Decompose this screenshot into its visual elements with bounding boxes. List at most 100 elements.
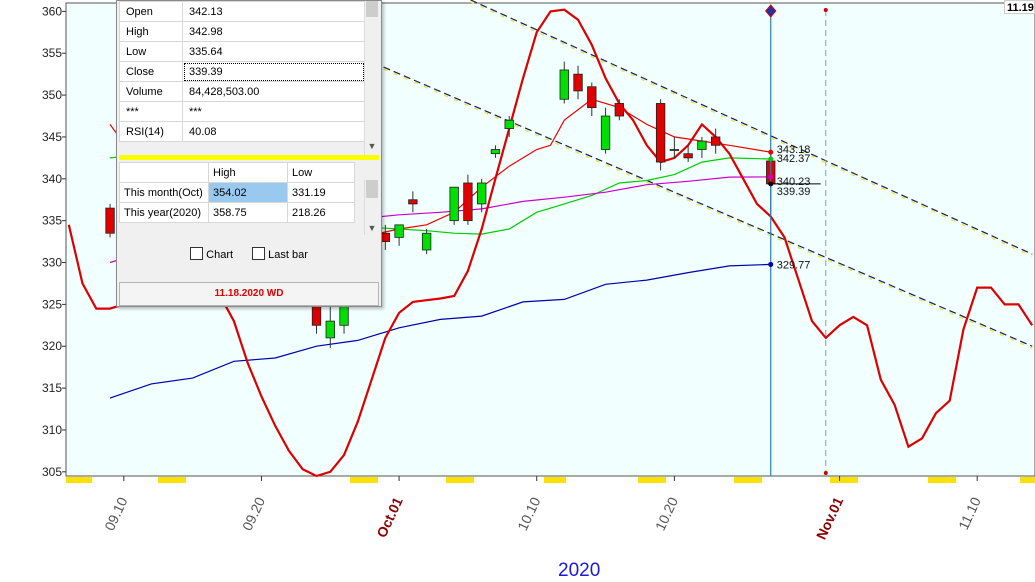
y-tick-label: 350 (42, 88, 62, 102)
chart-checkbox[interactable]: Chart (190, 247, 233, 261)
candle-body (463, 182, 473, 222)
timeline-segment (928, 477, 956, 483)
row-value: 335.64 (182, 41, 365, 62)
chevron-down-icon[interactable]: ▼ (365, 139, 379, 153)
info-panel[interactable]: Open 342.13 High 342.98 Low 335.64 Close 339… (116, 0, 382, 307)
candle-body (394, 224, 404, 238)
candle-body (587, 86, 597, 109)
price-dot (768, 156, 774, 162)
y-tick-label: 310 (42, 423, 62, 437)
header-high: High (208, 162, 288, 183)
row-label: This month(Oct) (119, 182, 209, 203)
timeline-segment (544, 477, 566, 483)
candle-body (408, 199, 418, 205)
candle-body (614, 103, 624, 117)
candle-body (380, 232, 390, 242)
x-tick-label: Oct.01 (373, 494, 406, 540)
timeline-segment (446, 477, 474, 483)
year-low: 218.26 (287, 202, 355, 223)
row-label: Low (119, 41, 183, 62)
x-tick-label: 09.10 (101, 494, 130, 533)
price-dot (768, 149, 774, 155)
row-value: 342.13 (182, 1, 365, 22)
row-label: RSI(14) (119, 121, 183, 142)
row-label: Open (119, 1, 183, 22)
candle-body (711, 136, 721, 146)
x-tick-label: Nov.01 (813, 494, 847, 542)
y-tick-label: 315 (42, 381, 62, 395)
y-tick-label: 335 (42, 214, 62, 228)
y-tick-label: 340 (42, 172, 62, 186)
price-label: 339.39 (777, 186, 811, 198)
header-low: Low (287, 162, 355, 183)
row-label: High (119, 21, 183, 42)
row-label: This year(2020) (119, 202, 209, 223)
future-marker (823, 8, 828, 12)
table-row: RSI(14) 40.08 (119, 121, 365, 142)
scroll-thumb[interactable] (366, 180, 378, 198)
row-value: *** (182, 101, 365, 122)
row-label: *** (119, 101, 183, 122)
candle-body (655, 103, 666, 163)
options-row: Chart Last bar (117, 247, 381, 261)
high-low-table: High Low This month(Oct) 354.02 331.19 This… (119, 162, 355, 223)
date-label: 11.18.2020 WD (119, 282, 379, 306)
candle-body (504, 119, 514, 129)
y-tick-label: 330 (42, 256, 62, 270)
candle-body (105, 207, 115, 234)
last-bar-checkbox-label: Last bar (268, 249, 308, 261)
candle (449, 186, 459, 225)
timeline-segment (638, 477, 666, 483)
row-label: Volume (119, 81, 183, 102)
price-label: 342.37 (777, 153, 811, 165)
y-tick-label: 355 (42, 46, 62, 60)
chevron-down-icon[interactable]: ▼ (365, 221, 379, 235)
last-bar-checkbox[interactable]: Last bar (252, 247, 308, 261)
candle-body (325, 320, 335, 339)
chart-checkbox-label: Chart (206, 249, 234, 261)
row-label: Close (119, 61, 183, 82)
hl-scrollbar[interactable]: ▼ (364, 180, 379, 235)
candle-body (490, 149, 501, 155)
candle-body (559, 69, 569, 100)
table-row: Low 335.64 (119, 41, 365, 62)
price-dot (768, 174, 774, 180)
y-tick-label: 325 (42, 297, 62, 311)
candle-body (477, 182, 487, 205)
candle-body (683, 153, 693, 159)
year-label: 2020 (558, 560, 601, 581)
checkbox-icon[interactable] (252, 247, 266, 260)
future-marker (823, 471, 828, 475)
table-row: Close 339.39 (119, 61, 365, 82)
x-tick-label: 10.10 (514, 494, 543, 533)
candle-body (311, 303, 322, 326)
timeline-segment (350, 477, 378, 483)
y-tick-label: 345 (42, 130, 62, 144)
divider (119, 155, 379, 160)
y-tick-label: 360 (42, 4, 62, 18)
candle-body (600, 115, 611, 150)
table-row: *** *** (119, 101, 365, 122)
price-label: 329.77 (777, 259, 811, 271)
table-row: High 342.98 (119, 21, 365, 42)
year-high: 358.75 (208, 202, 288, 223)
candle-body (669, 149, 680, 151)
table-header: High Low (119, 162, 355, 183)
ohlc-scrollbar[interactable]: ▼ (364, 1, 379, 155)
row-value: 40.08 (182, 121, 365, 142)
month-high[interactable]: 354.02 (208, 182, 288, 203)
timeline-segment (66, 477, 92, 483)
timeline-segment (830, 477, 858, 483)
y-tick-label: 305 (42, 465, 62, 479)
timeline-segment (158, 477, 186, 483)
scroll-thumb[interactable] (366, 1, 378, 17)
candle-body (449, 186, 459, 222)
candle-body (573, 73, 583, 92)
checkbox-icon[interactable] (190, 247, 204, 260)
row-value[interactable]: 339.39 (182, 61, 365, 82)
timeline-segment (1020, 477, 1035, 483)
timeline-segment (734, 477, 762, 483)
month-low: 331.19 (287, 182, 355, 203)
candle (655, 99, 666, 171)
candle (105, 203, 115, 238)
